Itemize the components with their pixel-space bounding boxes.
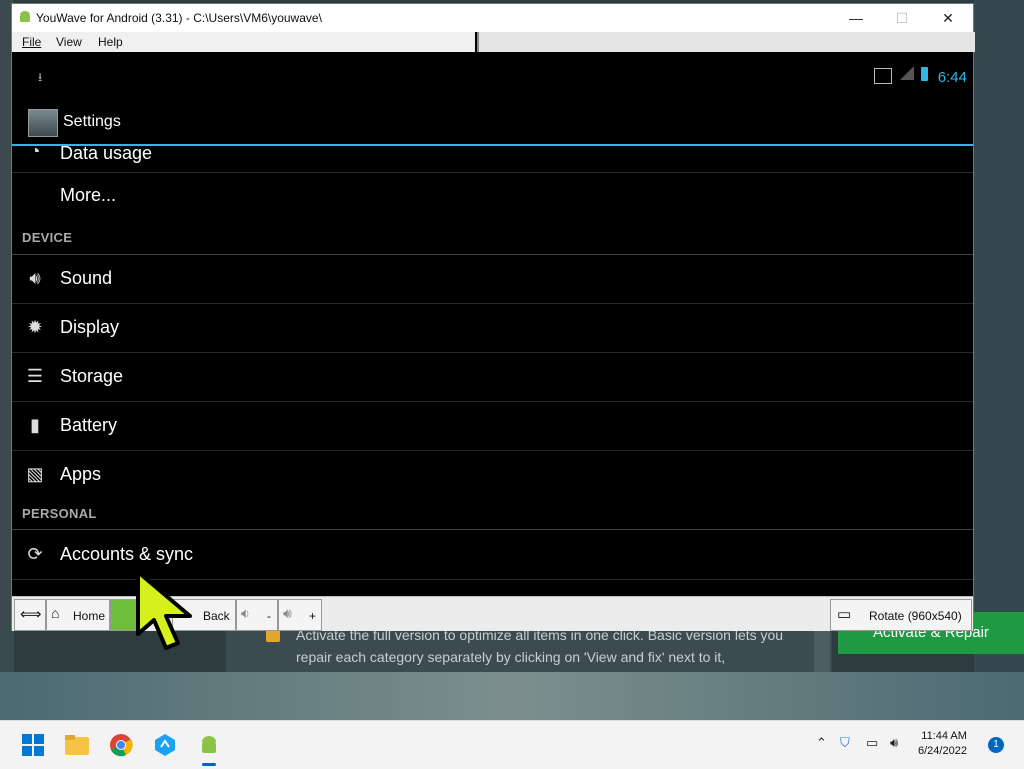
taskbar: ⌃ ⛉ ▭ 🔊︎ 11:44 AM 6/24/2022 1 — [0, 720, 1024, 769]
list-item-display[interactable]: ✹ Display — [12, 303, 973, 353]
volume-up-label: + — [309, 609, 317, 623]
resize-button[interactable]: ⟺ — [14, 599, 46, 631]
volume-tray-icon[interactable]: 🔊︎ — [890, 735, 898, 751]
menu-file[interactable]: File — [22, 35, 41, 49]
back-label: Back — [203, 609, 230, 623]
menu-view[interactable]: View — [56, 35, 82, 49]
speaker-icon: 🔊︎ — [29, 268, 41, 288]
home-icon: ⌂ — [51, 605, 60, 621]
settings-app-icon[interactable] — [28, 109, 58, 137]
home-label: Home — [73, 609, 106, 623]
apps-icon: ▧ — [26, 464, 44, 484]
android-screen: ⭳ 6:44 Settings ◔ Data usage More... DEV… — [12, 52, 973, 596]
sync-icon: ⟳ — [27, 544, 43, 564]
chrome-icon[interactable] — [108, 733, 134, 757]
status-bar: ⭳ 6:44 — [12, 52, 973, 92]
resize-arrows-icon: ⟺ — [20, 606, 42, 623]
chevron-up-icon[interactable]: ⌃ — [816, 735, 827, 751]
section-label: PERSONAL — [22, 506, 97, 521]
storage-icon: ☰ — [26, 366, 44, 386]
brightness-icon: ✹ — [27, 317, 43, 337]
list-item-label: Sound — [60, 268, 113, 288]
signal-icon — [900, 66, 914, 80]
page-title: Settings — [63, 113, 121, 130]
notification-badge[interactable]: 1 — [988, 737, 1004, 753]
security-shield-icon[interactable]: ⛉ — [840, 735, 850, 751]
volume-down-button[interactable]: 🔉︎ - — [236, 599, 278, 631]
list-item-label: Data usage — [60, 143, 153, 163]
title-bar: YouWave for Android (3.31) - C:\Users\VM… — [12, 4, 973, 32]
list-item-storage[interactable]: ☰ Storage — [12, 352, 973, 402]
list-item-data-usage[interactable]: ◔ Data usage — [12, 141, 973, 173]
download-icon: ⭳ — [38, 70, 43, 84]
list-item-more[interactable]: More... — [12, 172, 973, 220]
youwave-window: YouWave for Android (3.31) - C:\Users\VM… — [12, 4, 975, 631]
section-label: DEVICE — [22, 230, 73, 245]
list-item-label: More... — [60, 185, 117, 205]
rotate-device-icon: ▭ — [837, 606, 852, 623]
volume-icon: 🔉︎ — [241, 605, 250, 621]
close-button[interactable]: ✕ — [925, 4, 971, 32]
youwave-android-icon[interactable] — [196, 733, 222, 757]
windows-start-icon[interactable] — [20, 733, 46, 757]
data-usage-icon: ◔ — [29, 141, 41, 161]
window-title: YouWave for Android (3.31) - C:\Users\VM… — [36, 11, 322, 25]
list-item-sound[interactable]: 🔊︎ Sound — [12, 254, 973, 304]
home-button[interactable]: ⌂ Home — [46, 599, 110, 631]
list-item-battery[interactable]: ▮ Battery — [12, 401, 973, 451]
status-time: 6:44 — [937, 69, 967, 86]
active-app-indicator — [202, 763, 216, 766]
minimize-button[interactable]: — — [833, 4, 879, 32]
mouse-cursor-icon — [136, 570, 192, 650]
section-header-device: DEVICE — [12, 220, 973, 255]
taskbar-clock[interactable]: 11:44 AM 6/24/2022 — [918, 729, 967, 759]
network-tray-icon[interactable]: ▭ — [866, 735, 878, 751]
clock-time: 11:44 AM — [921, 730, 967, 742]
battery-icon: ▮ — [30, 415, 40, 435]
file-explorer-icon[interactable] — [64, 733, 90, 757]
volume-up-button[interactable]: 🔊︎ + — [278, 599, 322, 631]
menu-bar-filler — [477, 32, 975, 52]
list-item-apps[interactable]: ▧ Apps — [12, 450, 973, 499]
desktop-wallpaper-strip — [0, 672, 1024, 720]
android-app-icon — [20, 11, 30, 22]
list-item-label: Accounts & sync — [60, 544, 194, 564]
rotate-label: Rotate (960x540) — [869, 609, 962, 623]
battery-status-icon — [921, 67, 928, 81]
menu-bar: File View Help — [12, 32, 475, 53]
network-icon — [874, 68, 892, 84]
list-item-label: Storage — [60, 366, 124, 386]
list-item-label: Battery — [60, 415, 118, 435]
repair-tool-icon[interactable] — [152, 733, 178, 757]
menu-help[interactable]: Help — [98, 35, 123, 49]
list-item-label: Display — [60, 317, 120, 337]
rotate-button[interactable]: ▭ Rotate (960x540) — [830, 599, 972, 631]
section-header-personal: PERSONAL — [12, 499, 973, 530]
list-item-label: Apps — [60, 464, 102, 484]
clock-date: 6/24/2022 — [918, 745, 967, 757]
volume-icon: 🔊︎ — [283, 605, 292, 621]
background-app-scrollbar[interactable] — [814, 630, 830, 672]
volume-down-label: - — [267, 609, 271, 623]
maximize-button[interactable]: ☐ — [879, 4, 925, 32]
action-bar: Settings — [12, 104, 973, 146]
